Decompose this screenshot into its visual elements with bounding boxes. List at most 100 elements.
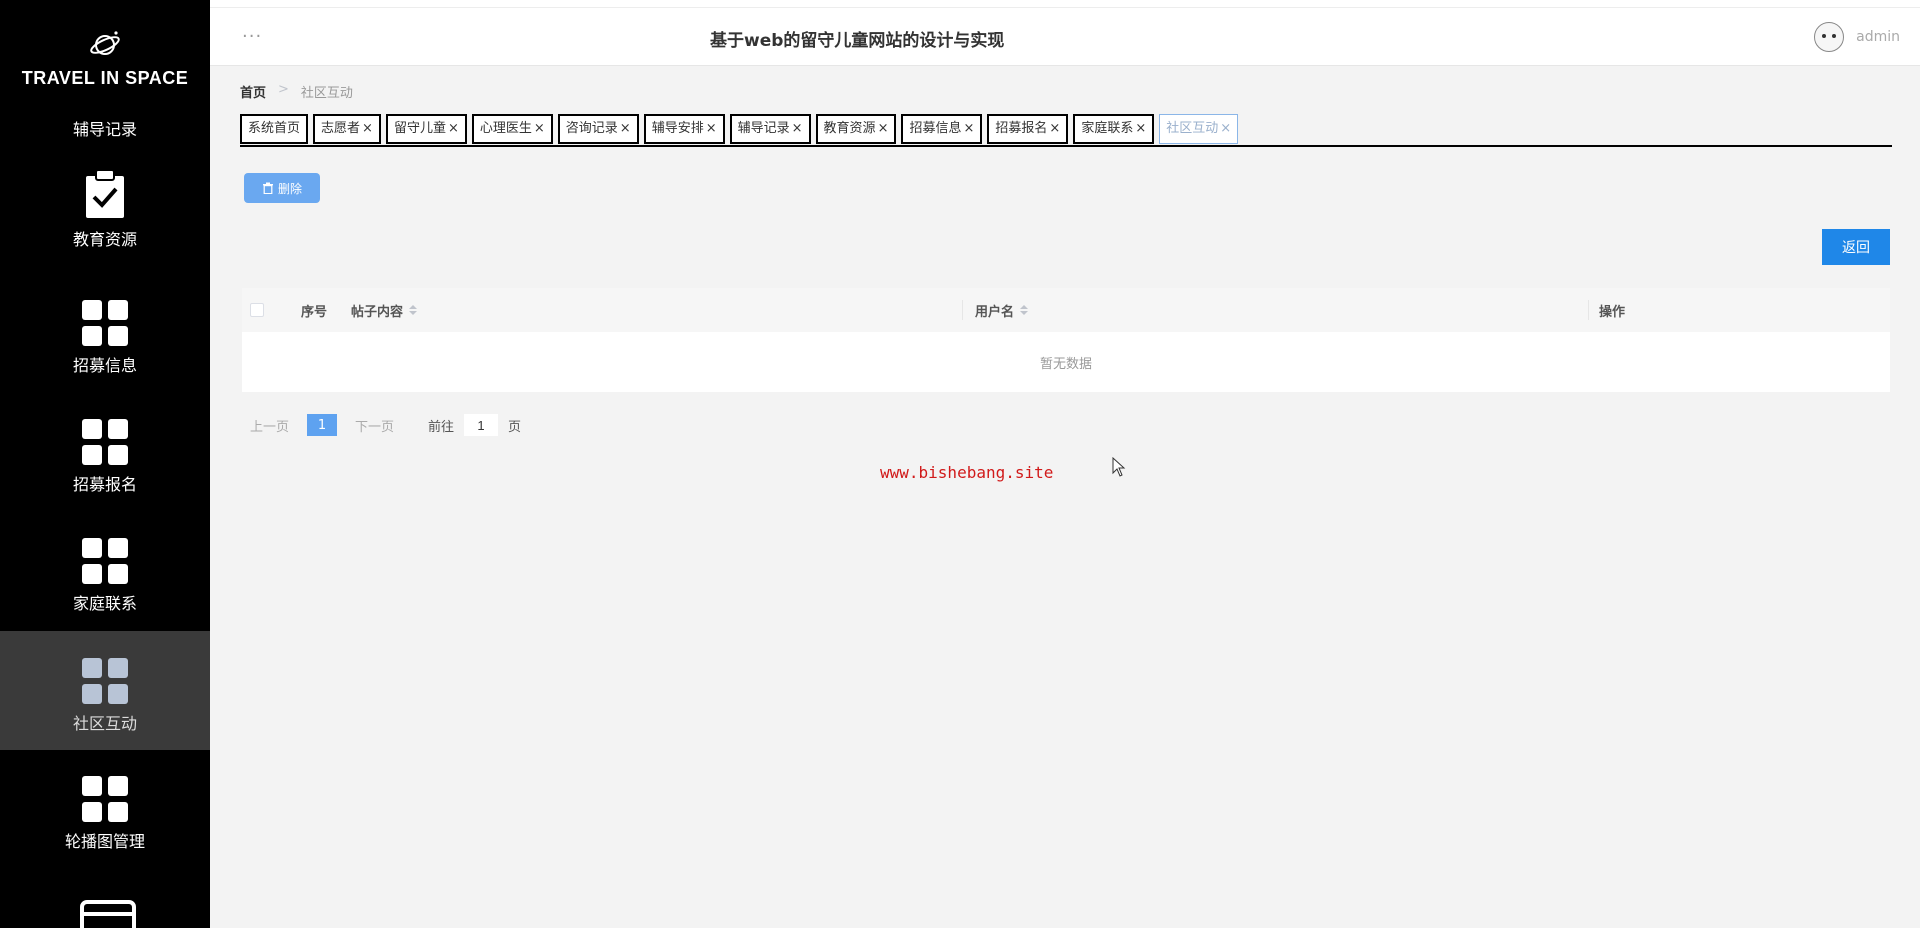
- close-icon[interactable]: ×: [448, 116, 459, 142]
- tab-psychologist[interactable]: 心理医生 ×: [471, 114, 553, 144]
- sort-icon[interactable]: [409, 305, 418, 315]
- sidebar-item-lunbotuguanli[interactable]: 轮播图管理: [0, 776, 210, 856]
- brand: TRAVEL IN SPACE: [0, 0, 210, 110]
- user-menu[interactable]: admin: [1814, 22, 1900, 52]
- close-icon[interactable]: ×: [1220, 116, 1231, 142]
- delete-button[interactable]: 删除: [244, 173, 320, 203]
- tab-label: 招募报名: [995, 121, 1048, 136]
- select-all-cell: [250, 288, 264, 332]
- sidebar-item-label: 招募信息: [72, 356, 137, 375]
- page-unit-label: 页: [508, 419, 522, 435]
- back-button[interactable]: 返回: [1822, 229, 1890, 265]
- sidebar-item-label: 轮播图管理: [64, 832, 145, 851]
- breadcrumb: 首页 > 社区互动: [240, 82, 353, 101]
- header: ··· 基于web的留守儿童网站的设计与实现 admin: [210, 8, 1920, 66]
- grid-icon: [82, 776, 128, 822]
- sidebar-item-fudaojilu[interactable]: 辅导记录: [0, 112, 210, 148]
- sidebar: TRAVEL IN SPACE 辅导记录 教育资源 招募信息 招募报名 家庭联系…: [0, 0, 210, 928]
- column-header-content[interactable]: 帖子内容: [351, 288, 418, 332]
- tab-system-home[interactable]: 系统首页: [240, 114, 309, 144]
- tab-label: 辅导记录: [737, 121, 790, 136]
- sidebar-item-jiaoyuziyuan[interactable]: 教育资源: [0, 170, 210, 266]
- close-icon[interactable]: ×: [362, 116, 373, 142]
- tab-label: 咨询记录: [565, 121, 618, 136]
- top-strip: [210, 0, 1920, 8]
- sidebar-item-zhaomuxinxi[interactable]: 招募信息: [0, 300, 210, 380]
- column-header-index: 序号: [301, 288, 327, 332]
- column-divider: [1588, 300, 1589, 320]
- clipboard-check-icon: [86, 170, 124, 218]
- grid-icon: [82, 658, 128, 704]
- tab-label: 志愿者: [321, 121, 361, 136]
- sidebar-item-label: 家庭联系: [72, 594, 137, 613]
- tab-education-resources[interactable]: 教育资源 ×: [815, 114, 897, 144]
- column-label: 操作: [1599, 304, 1626, 320]
- sidebar-item-jiatinglianxi[interactable]: 家庭联系: [0, 538, 210, 618]
- sidebar-item-label: 辅导记录: [72, 120, 137, 139]
- sort-icon[interactable]: [1020, 305, 1029, 315]
- tab-community-interaction[interactable]: 社区互动 ×: [1159, 114, 1239, 144]
- breadcrumb-separator: >: [278, 82, 289, 97]
- next-page-button[interactable]: 下一页: [355, 416, 394, 435]
- mouse-cursor-icon: [1112, 457, 1126, 477]
- tab-family-contact[interactable]: 家庭联系 ×: [1073, 114, 1155, 144]
- tab-recruitment-signup[interactable]: 招募报名 ×: [987, 114, 1069, 144]
- tab-left-behind-children[interactable]: 留守儿童 ×: [385, 114, 467, 144]
- menu-toggle-icon[interactable]: ···: [242, 26, 262, 47]
- data-table: 序号 帖子内容 用户名 操作 暂无数据: [242, 288, 1890, 392]
- close-icon[interactable]: ×: [963, 116, 974, 142]
- pagination: 上一页 1 下一页 前往 页: [250, 414, 521, 436]
- trash-icon: [262, 182, 273, 194]
- brand-title: TRAVEL IN SPACE: [21, 68, 189, 88]
- close-icon[interactable]: ×: [1135, 116, 1146, 142]
- close-icon[interactable]: ×: [620, 116, 631, 142]
- column-label: 用户名: [975, 304, 1015, 320]
- page-title: 基于web的留守儿童网站的设计与实现: [710, 31, 1005, 51]
- planet-logo-icon: [90, 31, 120, 55]
- page-number-current[interactable]: 1: [307, 414, 338, 436]
- column-header-actions: 操作: [1599, 288, 1625, 332]
- column-header-username[interactable]: 用户名: [975, 288, 1029, 332]
- column-label: 帖子内容: [351, 304, 404, 320]
- delete-button-label: 删除: [277, 181, 302, 196]
- tab-consult-records[interactable]: 咨询记录 ×: [557, 114, 639, 144]
- close-icon[interactable]: ×: [534, 116, 545, 142]
- prev-page-button[interactable]: 上一页: [250, 416, 289, 435]
- close-icon[interactable]: ×: [706, 116, 717, 142]
- username[interactable]: admin: [1856, 29, 1900, 45]
- avatar[interactable]: [1814, 22, 1845, 52]
- watermark-text: www.bishebang.site: [880, 463, 1054, 482]
- breadcrumb-home[interactable]: 首页: [240, 82, 266, 101]
- close-icon[interactable]: ×: [1049, 116, 1060, 142]
- tab-label: 辅导安排: [651, 121, 704, 136]
- column-label: 序号: [301, 304, 328, 320]
- goto-page-input[interactable]: [464, 414, 499, 436]
- window-icon: [80, 900, 136, 928]
- close-icon[interactable]: ×: [792, 116, 803, 142]
- table-empty-state: 暂无数据: [242, 332, 1890, 392]
- tab-label: 教育资源: [823, 121, 876, 136]
- tab-label: 系统首页: [248, 121, 301, 136]
- tab-bar: 系统首页 志愿者 × 留守儿童 × 心理医生 × 咨询记录 × 辅导安排 × 辅导记录 × …: [240, 114, 1892, 147]
- tab-tutoring-records[interactable]: 辅导记录 ×: [729, 114, 811, 144]
- breadcrumb-current: 社区互动: [300, 86, 353, 101]
- grid-icon: [82, 538, 128, 584]
- close-icon[interactable]: ×: [878, 116, 889, 142]
- tab-tutoring-schedule[interactable]: 辅导安排 ×: [643, 114, 725, 144]
- table-header: 序号 帖子内容 用户名 操作: [242, 288, 1890, 332]
- tab-volunteer[interactable]: 志愿者 ×: [313, 114, 381, 144]
- sidebar-item-zhaomubaoming[interactable]: 招募报名: [0, 419, 210, 499]
- tab-label: 留守儿童: [393, 121, 446, 136]
- sidebar-item-label: 教育资源: [72, 230, 137, 249]
- sidebar-item-label: 社区互动: [72, 714, 137, 733]
- tab-label: 家庭联系: [1081, 121, 1134, 136]
- tab-label: 社区互动: [1166, 121, 1219, 136]
- grid-icon: [82, 300, 128, 346]
- column-divider: [962, 300, 963, 320]
- sidebar-item-shequhudong[interactable]: 社区互动: [0, 631, 210, 750]
- sidebar-item-label: 招募报名: [72, 475, 137, 494]
- select-all-checkbox[interactable]: [250, 303, 264, 317]
- tab-recruitment-info[interactable]: 招募信息 ×: [901, 114, 983, 144]
- tab-label: 心理医生: [479, 121, 532, 136]
- grid-icon: [82, 419, 128, 465]
